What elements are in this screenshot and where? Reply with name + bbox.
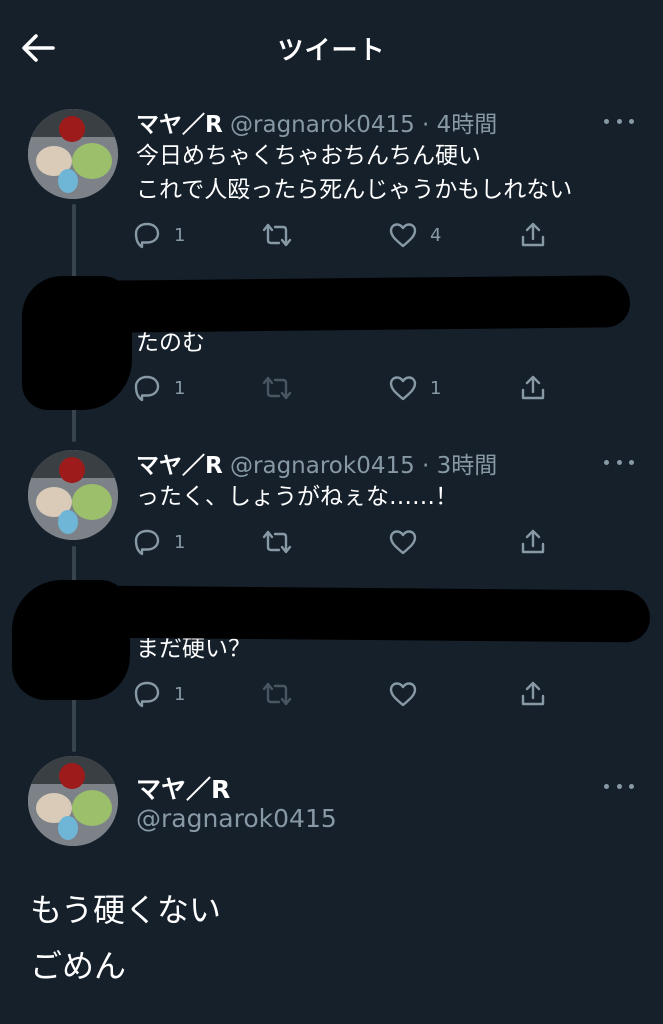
tweet[interactable]: マヤ／R @ragnarok0415 · 4時間 今日めちゃくちゃおちんちん硬い… xyxy=(0,105,663,265)
reply-count: 1 xyxy=(174,683,186,705)
reply-icon xyxy=(134,529,160,556)
retweet-icon xyxy=(262,376,292,400)
tweet-line: ごめん xyxy=(30,947,127,985)
more-icon xyxy=(604,459,609,465)
user-handle[interactable]: @ragnarok0415 xyxy=(230,112,415,138)
tweet-header: マヤ／R xyxy=(136,770,230,806)
like-count: 4 xyxy=(430,224,442,246)
avatar-image xyxy=(28,450,118,540)
like-button[interactable]: 1 xyxy=(388,372,441,404)
retweet-button[interactable] xyxy=(260,526,306,558)
action-bar: 1 xyxy=(132,526,632,558)
redaction-mark xyxy=(89,275,631,333)
action-bar: 1 4 xyxy=(132,219,632,251)
like-icon xyxy=(389,223,417,248)
tweet-text: 今日めちゃくちゃおちんちん硬い これで人殴ったら死んじゃうかもしれない xyxy=(136,139,572,207)
like-icon xyxy=(389,376,417,401)
avatar-image xyxy=(28,109,118,199)
like-button[interactable] xyxy=(388,678,430,710)
share-button[interactable] xyxy=(518,526,548,558)
separator-dot: · xyxy=(422,112,430,138)
display-name[interactable]: マヤ／R xyxy=(136,112,223,138)
retweet-icon xyxy=(262,530,292,554)
like-button[interactable] xyxy=(388,526,430,558)
tweet-text: ったく、しょうがねぇな……！ xyxy=(136,480,458,514)
reply-button[interactable]: 1 xyxy=(132,526,185,558)
tweet-text: もう硬くない ごめん xyxy=(30,882,221,994)
retweet-icon xyxy=(262,682,292,706)
retweet-button[interactable] xyxy=(260,678,306,710)
avatar-image xyxy=(28,756,118,846)
display-name[interactable]: マヤ／R xyxy=(136,775,230,804)
retweet-icon xyxy=(262,223,292,247)
reply-button[interactable]: 1 xyxy=(132,219,185,251)
like-icon xyxy=(389,682,417,707)
share-icon xyxy=(521,681,545,706)
retweet-button[interactable] xyxy=(260,219,306,251)
more-button[interactable] xyxy=(604,115,634,127)
more-icon xyxy=(604,783,609,789)
timestamp[interactable]: 3時間 xyxy=(437,453,498,479)
share-button[interactable] xyxy=(518,678,548,710)
tweet-line: これで人殴ったら死んじゃうかもしれない xyxy=(136,177,573,203)
share-icon xyxy=(521,222,545,247)
avatar[interactable] xyxy=(28,109,118,199)
action-bar: 1 1 xyxy=(132,372,632,404)
like-count: 1 xyxy=(430,377,442,399)
user-handle[interactable]: @ragnarok0415 xyxy=(136,804,337,833)
more-button[interactable] xyxy=(604,780,634,792)
tweet-header: マヤ／R @ragnarok0415 · 3時間 xyxy=(136,446,497,480)
top-bar: ツイート xyxy=(0,0,663,92)
avatar[interactable] xyxy=(28,450,118,540)
focused-tweet[interactable]: マヤ／R @ragnarok0415 もう硬くない ごめん xyxy=(0,756,663,1016)
reply-button[interactable]: 1 xyxy=(132,678,185,710)
tweet[interactable]: マヤ／R @ragnarok0415 · 3時間 ったく、しょうがねぇな……！ … xyxy=(0,446,663,576)
reply-count: 1 xyxy=(174,531,186,553)
share-icon xyxy=(521,375,545,400)
like-icon xyxy=(389,530,417,555)
retweet-button[interactable] xyxy=(260,372,306,404)
tweet-line: ったく、しょうがねぇな……！ xyxy=(136,484,458,510)
reply-button[interactable]: 1 xyxy=(132,372,185,404)
tweet-line: もう硬くない xyxy=(30,891,222,929)
reply-icon xyxy=(134,222,160,249)
user-handle[interactable]: @ragnarok0415 xyxy=(230,453,415,479)
tweet-header: マヤ／R @ragnarok0415 · 4時間 xyxy=(136,105,497,139)
separator-dot: · xyxy=(422,453,430,479)
share-button[interactable] xyxy=(518,372,548,404)
reply-count: 1 xyxy=(174,224,186,246)
reply-icon xyxy=(134,375,160,402)
timestamp[interactable]: 4時間 xyxy=(437,112,498,138)
tweet-line: 今日めちゃくちゃおちんちん硬い xyxy=(136,143,481,169)
display-name[interactable]: マヤ／R xyxy=(136,453,223,479)
reply-icon xyxy=(134,681,160,708)
page-title: ツイート xyxy=(277,36,386,66)
tweet-detail-screen: ツイート マヤ／R @ragnarok0415 · 4時間 今日めちゃくちゃおち xyxy=(0,0,663,1024)
reply-count: 1 xyxy=(174,377,186,399)
more-button[interactable] xyxy=(604,456,634,468)
redaction-mark xyxy=(89,585,651,643)
share-icon xyxy=(521,529,545,554)
more-icon xyxy=(604,118,609,124)
action-bar: 1 xyxy=(132,678,632,710)
like-button[interactable]: 4 xyxy=(388,219,441,251)
avatar[interactable] xyxy=(28,756,118,846)
share-button[interactable] xyxy=(518,219,548,251)
